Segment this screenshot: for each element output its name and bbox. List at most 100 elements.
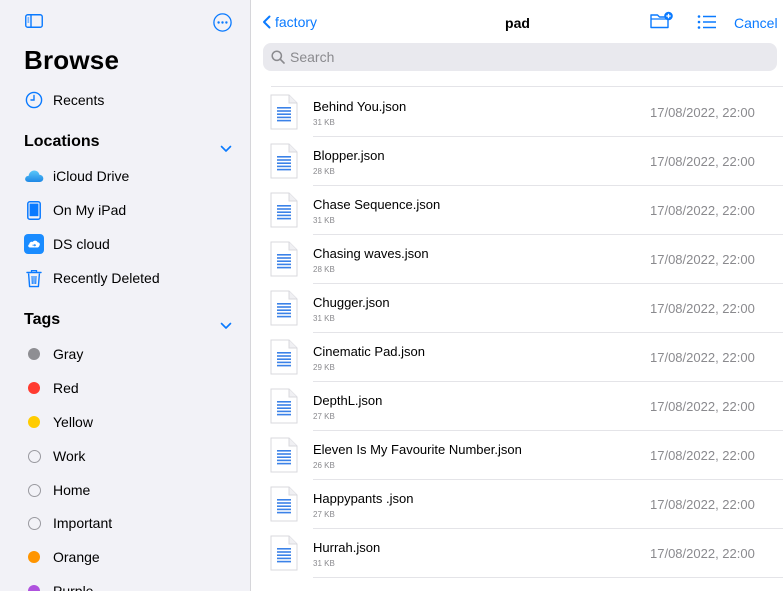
sidebar-tag-work[interactable]: Work	[0, 441, 250, 471]
file-date: 17/08/2022, 22:00	[650, 154, 755, 169]
row-divider	[313, 577, 783, 578]
sidebar-item-recently-deleted[interactable]: Recently Deleted	[0, 263, 250, 293]
file-date: 17/08/2022, 22:00	[650, 448, 755, 463]
json-file-icon	[270, 535, 298, 571]
trash-icon	[24, 268, 44, 288]
sidebar-item-icloud-drive[interactable]: iCloud Drive	[0, 161, 250, 191]
file-name: Chugger.json	[313, 295, 390, 310]
tag-dot-icon	[24, 446, 44, 466]
search-icon	[271, 50, 285, 64]
file-size: 31 KB	[313, 559, 335, 568]
file-date: 17/08/2022, 22:00	[650, 399, 755, 414]
file-size: 27 KB	[313, 412, 335, 421]
tag-label: Work	[53, 448, 86, 464]
sidebar-toolbar	[0, 0, 250, 40]
file-date: 17/08/2022, 22:00	[650, 497, 755, 512]
yellow-tag-dot-icon	[28, 416, 40, 428]
sidebar-tag-yellow[interactable]: Yellow	[0, 407, 250, 437]
tag-dot-icon	[24, 581, 44, 591]
tags-chevron-down-icon[interactable]	[220, 317, 232, 329]
tag-label: Orange	[53, 549, 100, 565]
json-file-icon	[270, 437, 298, 473]
json-file-icon	[270, 290, 298, 326]
file-date: 17/08/2022, 22:00	[650, 203, 755, 218]
file-row[interactable]: Cinematic Pad.json 29 KB 17/08/2022, 22:00	[252, 333, 783, 382]
file-row[interactable]: Chasing waves.json 28 KB 17/08/2022, 22:00	[252, 235, 783, 284]
ipad-icon	[24, 200, 44, 220]
file-name: Hurrah.json	[313, 540, 381, 555]
file-size: 26 KB	[313, 461, 335, 470]
file-name: Behind You.json	[313, 99, 407, 114]
file-row[interactable]: Behind You.json 31 KB 17/08/2022, 22:00	[252, 88, 783, 137]
sidebar-item-label: Recents	[53, 92, 105, 108]
file-size: 31 KB	[313, 118, 335, 127]
purple-tag-dot-icon	[28, 585, 40, 591]
sidebar-toggle-icon[interactable]	[25, 14, 43, 28]
file-row[interactable]: DepthL.json 27 KB 17/08/2022, 22:00	[252, 382, 783, 431]
locations-section-header[interactable]: Locations	[24, 133, 100, 151]
tag-dot-icon	[24, 344, 44, 364]
sidebar-tag-gray[interactable]: Gray	[0, 339, 250, 369]
sidebar: Browse Recents Locations iCloud Drive On…	[0, 0, 251, 591]
file-name: DepthL.json	[313, 393, 383, 408]
sidebar-item-label: Recently Deleted	[53, 270, 160, 286]
file-name: Eleven Is My Favourite Number.json	[313, 442, 522, 457]
file-name: Blopper.json	[313, 148, 385, 163]
file-size: 28 KB	[313, 167, 335, 176]
search-bar[interactable]	[263, 43, 777, 71]
file-row[interactable]: Happypants .json 27 KB 17/08/2022, 22:00	[252, 480, 783, 529]
page-title: Browse	[24, 45, 120, 75]
json-file-icon	[270, 143, 298, 179]
file-size: 31 KB	[313, 314, 335, 323]
red-tag-dot-icon	[28, 382, 40, 394]
back-button-label: factory	[275, 14, 318, 30]
sidebar-tag-purple[interactable]: Purple	[0, 576, 250, 591]
sidebar-tag-orange[interactable]: Orange	[0, 542, 250, 572]
sidebar-item-on-my-ipad[interactable]: On My iPad	[0, 195, 250, 225]
tag-label: Gray	[53, 346, 84, 362]
sidebar-tag-home[interactable]: Home	[0, 475, 250, 505]
new-folder-icon[interactable]	[650, 11, 674, 31]
tag-dot-icon	[24, 513, 44, 533]
file-date: 17/08/2022, 22:00	[650, 301, 755, 316]
file-date: 17/08/2022, 22:00	[650, 350, 755, 365]
cancel-button[interactable]: Cancel	[734, 15, 778, 31]
file-name: Chasing waves.json	[313, 246, 429, 261]
tag-dot-icon	[24, 378, 44, 398]
tag-label: Important	[53, 515, 113, 531]
file-size: 29 KB	[313, 363, 335, 372]
sidebar-item-label: On My iPad	[53, 202, 127, 218]
more-options-icon[interactable]	[213, 13, 232, 32]
json-file-icon	[270, 94, 298, 130]
clock-icon	[24, 90, 44, 110]
file-row[interactable]: Chugger.json 31 KB 17/08/2022, 22:00	[252, 284, 783, 333]
tag-dot-icon	[24, 547, 44, 567]
json-file-icon	[270, 241, 298, 277]
list-divider	[271, 86, 783, 87]
file-row[interactable]: Blopper.json 28 KB 17/08/2022, 22:00	[252, 137, 783, 186]
sidebar-tag-red[interactable]: Red	[0, 373, 250, 403]
file-name: Happypants .json	[313, 491, 414, 506]
file-size: 27 KB	[313, 510, 335, 519]
empty-tag-dot-icon	[27, 449, 41, 463]
file-date: 17/08/2022, 22:00	[650, 252, 755, 267]
sidebar-item-label: iCloud Drive	[53, 168, 130, 184]
json-file-icon	[270, 339, 298, 375]
gray-tag-dot-icon	[28, 348, 40, 360]
search-input[interactable]	[290, 43, 770, 71]
file-row[interactable]: Hurrah.json 31 KB 17/08/2022, 22:00	[252, 529, 783, 578]
tags-section-header[interactable]: Tags	[24, 311, 60, 329]
file-date: 17/08/2022, 22:00	[650, 546, 755, 561]
file-row[interactable]: Eleven Is My Favourite Number.json 26 KB 1…	[252, 431, 783, 480]
file-name: Chase Sequence.json	[313, 197, 441, 212]
sidebar-item-recents[interactable]: Recents	[0, 85, 250, 115]
sidebar-tag-important[interactable]: Important	[0, 508, 250, 538]
list-view-icon[interactable]	[697, 14, 717, 30]
file-row[interactable]: Chase Sequence.json 31 KB 17/08/2022, 22:0…	[252, 186, 783, 235]
icloud-icon	[24, 166, 44, 186]
locations-chevron-down-icon[interactable]	[220, 140, 232, 152]
orange-tag-dot-icon	[28, 551, 40, 563]
back-button[interactable]: factory	[262, 14, 317, 30]
sidebar-item-ds-cloud[interactable]: DS cloud	[0, 229, 250, 259]
tag-dot-icon	[24, 412, 44, 432]
